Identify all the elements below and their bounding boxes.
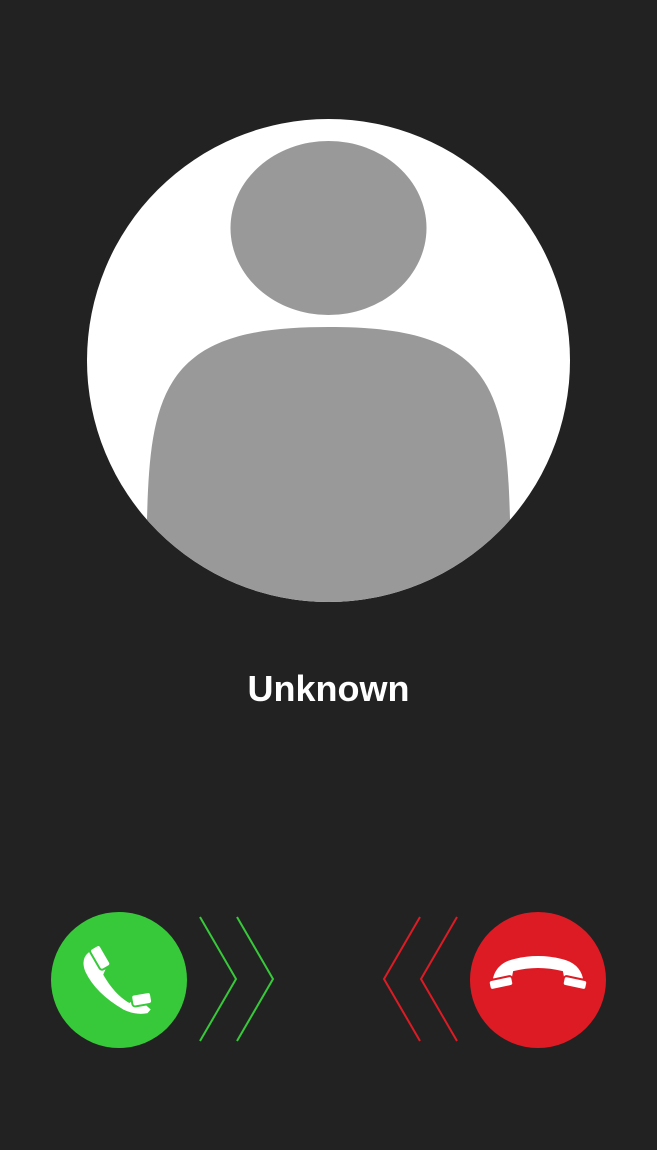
person-silhouette-icon (147, 141, 510, 602)
decline-call-button[interactable] (470, 912, 606, 1048)
swipe-left-hint (380, 915, 460, 1043)
chevron-right-icon (199, 916, 275, 1042)
chevron-left-icon (382, 916, 458, 1042)
caller-name: Unknown (247, 668, 410, 709)
accept-call-button[interactable] (51, 912, 187, 1048)
swipe-right-hint (196, 915, 276, 1043)
caller-avatar (87, 119, 570, 602)
